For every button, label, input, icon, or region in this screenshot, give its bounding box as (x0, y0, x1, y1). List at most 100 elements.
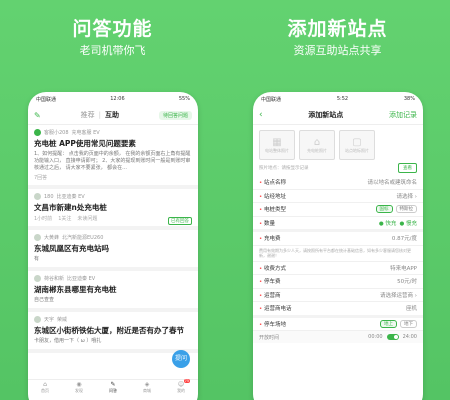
author-car: 荣威 (57, 317, 68, 323)
list-item[interactable]: 荷谷和新 比亚迪秦 EV 湖南郴东县哪里有充电桩 自己查查 (28, 271, 198, 312)
open-time-row: 开放时间 00:00 24:00 (253, 331, 423, 343)
clock-label: 12:06 (110, 96, 125, 102)
status-bar: 中国联通 5:52 38% (253, 92, 423, 106)
pending-questions-button[interactable]: 待回答问题 (158, 110, 192, 120)
charge-fee-row[interactable]: • 充电费 0.87元/度 (253, 232, 423, 246)
qa-top-nav: ✎ 推荐 | 互助 待回答问题 (28, 106, 198, 125)
notification-badge: 75 (183, 378, 191, 383)
right-promo-title: 添加新站点 (287, 18, 388, 40)
post-title: 东城凤凰区有充电站吗 (34, 244, 109, 253)
tab-shop[interactable]: ◈ 商城 (143, 381, 151, 394)
view-button[interactable]: 查看 (398, 163, 417, 173)
tab-mine[interactable]: ☺ 75 我的 (177, 378, 191, 394)
add-station-phone-screen: 中国联通 5:52 38% ‹ 添加新站点 添加记录 ▦ 电站整体照片 ⌂ 充电桩照… (253, 92, 423, 400)
right-promo-subtitle: 资源互助站点共享 (293, 44, 382, 57)
station-name-row[interactable]: • 站点名称 请以地名或建筑命名 (253, 176, 423, 190)
carrier-label: 中国联通 (261, 96, 282, 103)
type-gb-option[interactable]: 国标 (375, 205, 393, 214)
charge-fee-input[interactable]: 0.87元/度 (392, 234, 417, 242)
author-car: 比亚迪秦 EV (67, 276, 96, 282)
open-time-end[interactable]: 24:00 (403, 334, 417, 340)
operator-row[interactable]: • 运营商 请选择运营商 › (253, 289, 423, 302)
type-tesla-option[interactable]: 特斯拉 (395, 205, 417, 214)
tab-home[interactable]: ⌂ 首页 (41, 381, 49, 394)
answered-badge: 已有回答 (168, 217, 192, 225)
edit-icon[interactable]: ✎ (34, 111, 41, 120)
author-name: 客服小208 (44, 130, 69, 136)
list-item[interactable]: 天宇 荣威 东城区小街桥铁佑大厦，附近是否有办了春节 卡朋友，借用一下（ ω ）… (28, 312, 198, 353)
photo-slot-landmark[interactable]: ▢ 站点地标照片 (339, 130, 375, 160)
post-title: 东城区小街桥铁佑大厦，附近是否有办了春节 (34, 326, 184, 335)
author-name: 荷谷和新 (44, 276, 65, 282)
open-time-start[interactable]: 00:00 (368, 334, 382, 340)
shop-icon: ◈ (144, 380, 150, 388)
author-car: 北汽新能源EU260 (62, 235, 104, 241)
add-station-nav: ‹ 添加新站点 添加记录 (253, 106, 423, 125)
open-time-toggle[interactable] (386, 334, 399, 340)
payment-method-row[interactable]: • 收费方式 特来电APP (253, 262, 423, 275)
tab-mutual-help[interactable]: 互助 (105, 110, 119, 120)
photo-slot-overall[interactable]: ▦ 电站整体照片 (259, 130, 295, 160)
right-promo-panel: 添加新站点 资源互助站点共享 中国联通 5:52 38% ‹ 添加新站点 添加记… (225, 0, 450, 400)
list-item[interactable]: 客服小208 充电客服 EV 充电桩 APP使用常见问题要素 1、如何提醒： 点… (28, 125, 198, 189)
author-car: 充电客服 EV (71, 130, 100, 136)
author-car: 比亚迪秦 EV (56, 194, 85, 200)
add-record-link[interactable]: 添加记录 (389, 110, 417, 120)
slow-charge-option[interactable]: ● 慢充 (399, 219, 417, 227)
left-promo-panel: 问答功能 老司机带你飞 中国联通 12:06 55% ✎ 推荐 | 互助 待回答… (0, 0, 225, 400)
operator-phone-input[interactable]: 座机 (406, 304, 417, 312)
above-ground-option[interactable]: 地上 (380, 319, 397, 328)
battery-label: 38% (403, 96, 415, 102)
avatar (34, 193, 41, 200)
clock-label: 5:52 (336, 96, 349, 102)
post-status: 未读问题 (77, 216, 98, 222)
photo-slot-charger[interactable]: ⌂ 充电桩照片 (299, 130, 335, 160)
ask-question-button[interactable]: 提问 (172, 350, 190, 368)
follow-count: 1关注 (58, 216, 72, 222)
post-title: 充电桩 APP使用常见问题要素 (34, 139, 136, 148)
post-body: 卡朋友，借用一下（ ω ）哦扎 (34, 338, 102, 344)
home-icon: ⌂ (43, 380, 47, 388)
tab-recommend[interactable]: 推荐 (81, 110, 95, 120)
photo-upload-row: ▦ 电站整体照片 ⌂ 充电桩照片 ▢ 站点地标照片 (253, 125, 423, 163)
discover-icon: ◉ (76, 380, 82, 388)
address-select[interactable]: 请选择 › (397, 192, 417, 200)
qa-phone-screen: 中国联通 12:06 55% ✎ 推荐 | 互助 待回答问题 客服小208 充电… (28, 92, 198, 400)
address-row[interactable]: • 站经地址 请选择 › (253, 190, 423, 203)
status-bar: 中国联通 12:06 55% (28, 92, 198, 106)
list-item[interactable]: 大黄蜂 北汽新能源EU260 东城凤凰区有充电站吗 有 (28, 230, 198, 271)
underground-option[interactable]: 地下 (400, 319, 417, 328)
charger-icon: ⌂ (313, 136, 321, 148)
avatar (34, 234, 41, 241)
battery-label: 55% (178, 96, 190, 102)
tab-qa[interactable]: ✎ 问答 (109, 381, 117, 394)
author-name: 180 (44, 193, 54, 200)
answer-count: 7回答 (34, 175, 48, 181)
post-body: 1、如何提醒： 点击我的页面中的余额， 在我的余额页面右上角有提醒功能输入口， … (34, 151, 191, 171)
quantity-row: • 数量 ● 快充 ● 慢充 (253, 217, 423, 232)
parking-fee-input[interactable]: 50元/时 (397, 277, 417, 285)
avatar (34, 275, 41, 282)
parking-fee-row[interactable]: • 停车费 50元/时 (253, 275, 423, 289)
author-name: 大黄蜂 (44, 235, 60, 241)
list-item[interactable]: 180 比亚迪秦 EV 文昌市新建n处充电桩 1小时前 1关注 未读问题 已有回… (28, 189, 198, 230)
station-name-input[interactable]: 请以地名或建筑命名 (367, 178, 417, 186)
photo-location-row: 照片地点：请按显示记录 查看 (253, 163, 423, 176)
fast-charge-option[interactable]: ● 快充 (379, 219, 397, 227)
fee-hint: 费用有效期为多少人天，请按照所有平台都在统计基础信息，如有多少客服请您核对更新，… (253, 246, 423, 262)
tab-discover[interactable]: ◉ 发现 (75, 381, 83, 394)
operator-select[interactable]: 请选择运营商 › (380, 291, 417, 299)
payment-method-value[interactable]: 特来电APP (390, 264, 417, 272)
carrier-label: 中国联通 (36, 96, 57, 103)
left-promo-subtitle: 老司机带你飞 (79, 44, 146, 57)
author-name: 天宇 (44, 317, 55, 323)
post-time: 1小时前 (34, 216, 53, 222)
qa-icon: ✎ (110, 380, 116, 388)
post-title: 文昌市新建n处充电桩 (34, 203, 107, 212)
photo-location-hint: 照片地点：请按显示记录 (259, 166, 309, 171)
parking-location-row: • 停车场地 地上 地下 (253, 318, 423, 331)
back-icon[interactable]: ‹ (259, 110, 263, 120)
left-promo-title: 问答功能 (72, 18, 153, 40)
avatar (34, 316, 41, 323)
operator-phone-row[interactable]: • 运营商电话 座机 (253, 302, 423, 318)
